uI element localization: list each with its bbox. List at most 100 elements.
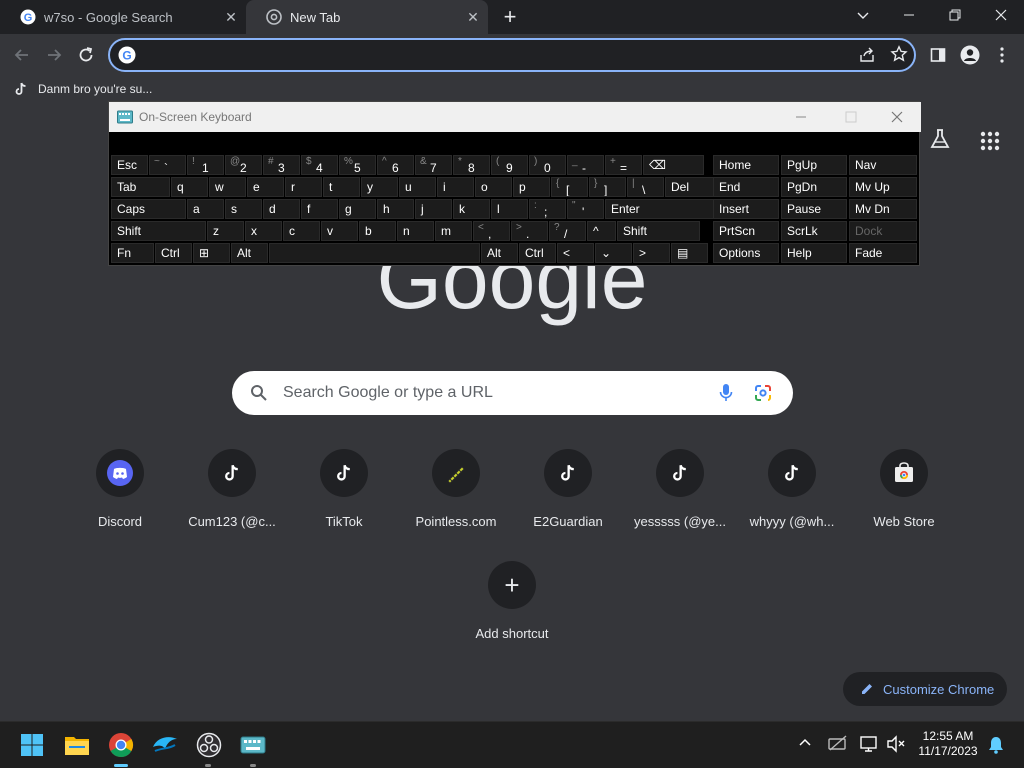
windows-start-icon[interactable] (16, 729, 48, 761)
shortcut-tile[interactable]: Discord (64, 448, 176, 544)
osk-key[interactable]: k (453, 199, 490, 219)
tab-close-icon[interactable]: ✕ (224, 10, 238, 24)
reload-icon[interactable] (72, 41, 100, 69)
osk-key[interactable]: z (207, 221, 244, 241)
shortcut-tile[interactable]: TikTok (288, 448, 400, 544)
notification-bell-icon[interactable] (988, 736, 1004, 757)
osk-key[interactable]: $4 (301, 155, 338, 175)
osk-key[interactable]: ⊞ (193, 243, 230, 263)
system-clock[interactable]: 12:55 AM 11/17/2023 (908, 729, 988, 759)
microphone-icon[interactable] (719, 383, 733, 403)
tab-search-dropdown-icon[interactable] (840, 0, 886, 30)
close-window-button[interactable] (978, 0, 1024, 30)
osk-minimize-button[interactable] (795, 110, 819, 124)
osk-key[interactable]: p (513, 177, 550, 197)
osk-key[interactable]: % 5 (339, 155, 376, 175)
tray-overflow-chevron-icon[interactable] (798, 736, 812, 753)
osk-key[interactable]: i (437, 177, 474, 197)
back-arrow-icon[interactable] (8, 41, 36, 69)
monitor-network-icon[interactable] (860, 735, 880, 756)
osk-nav-key[interactable]: Pause (781, 199, 847, 219)
osk-key[interactable]: b (359, 221, 396, 241)
osk-key[interactable]: _ - (567, 155, 604, 175)
google-lens-icon[interactable] (754, 384, 772, 402)
osk-key[interactable]: | \ (627, 177, 664, 197)
osk-key[interactable]: Fn (111, 243, 154, 263)
new-tab-button[interactable]: + (498, 5, 522, 29)
tab-google-search[interactable]: G w7so - Google Search ✕ (0, 0, 246, 34)
osk-nav-key[interactable]: PgUp (781, 155, 847, 175)
osk-key[interactable]: s (225, 199, 262, 219)
tab-new-tab[interactable]: New Tab ✕ (246, 0, 488, 34)
osk-nav-key[interactable]: Mv Up (849, 177, 917, 197)
osk-nav-key[interactable]: Fade (849, 243, 917, 263)
osk-key[interactable]: r (285, 177, 322, 197)
osk-nav-key[interactable]: Options (713, 243, 779, 263)
osk-key[interactable]: u (399, 177, 436, 197)
osk-nav-key[interactable]: ScrLk (781, 221, 847, 241)
osk-key[interactable]: }] (589, 177, 626, 197)
apps-grid-icon[interactable] (978, 129, 1002, 158)
osk-key[interactable]: m (435, 221, 472, 241)
osk-key[interactable]: & 7 (415, 155, 452, 175)
osk-key[interactable]: y (361, 177, 398, 197)
labs-flask-icon[interactable] (928, 127, 952, 156)
osk-key[interactable]: Tab (111, 177, 170, 197)
osk-nav-key[interactable]: Home (713, 155, 779, 175)
osk-key[interactable]: Shift (111, 221, 206, 241)
kebab-menu-icon[interactable] (988, 41, 1016, 69)
bookmark-item[interactable]: Danm bro you're su... (14, 82, 152, 96)
osk-key[interactable]: ! 1 (187, 155, 224, 175)
osk-key[interactable]: f (301, 199, 338, 219)
shortcut-tile[interactable]: Pointless.com (400, 448, 512, 544)
osk-key[interactable]: * 8 (453, 155, 490, 175)
osk-key[interactable] (269, 243, 480, 263)
osk-key[interactable]: n (397, 221, 434, 241)
osk-key[interactable]: ▤ (671, 243, 708, 263)
forward-arrow-icon[interactable] (40, 41, 68, 69)
osk-close-button[interactable] (891, 110, 915, 124)
osk-key[interactable]: + = (605, 155, 642, 175)
osk-key[interactable]: @2 (225, 155, 262, 175)
osk-key[interactable]: :; (529, 199, 566, 219)
osk-nav-key[interactable]: End (713, 177, 779, 197)
address-input[interactable] (144, 44, 844, 66)
tab-close-icon[interactable]: ✕ (466, 10, 480, 24)
osk-key[interactable]: Enter (605, 199, 714, 219)
shortcut-tile[interactable]: yesssss (@ye... (624, 448, 736, 544)
osk-key[interactable]: d (263, 199, 300, 219)
osk-nav-key[interactable]: Dock (849, 221, 917, 241)
osk-key[interactable]: o (475, 177, 512, 197)
osk-key[interactable]: (9 (491, 155, 528, 175)
add-shortcut-tile[interactable]: + Add shortcut (456, 560, 568, 656)
osk-key[interactable]: >. (511, 221, 548, 241)
osk-title-bar[interactable]: On-Screen Keyboard (109, 102, 921, 132)
osk-key[interactable]: Esc (111, 155, 148, 175)
on-screen-keyboard-taskbar-icon[interactable] (237, 729, 269, 761)
osk-key[interactable]: l (491, 199, 528, 219)
side-panel-icon[interactable] (924, 41, 952, 69)
file-explorer-icon[interactable] (61, 729, 93, 761)
osk-nav-key[interactable]: Help (781, 243, 847, 263)
shortcut-tile[interactable]: Cum123 (@c... (176, 448, 288, 544)
osk-nav-key[interactable]: PrtScn (713, 221, 779, 241)
osk-key[interactable]: < (557, 243, 594, 263)
dolphin-emulator-icon[interactable] (149, 729, 181, 761)
osk-key[interactable]: Ctrl (155, 243, 192, 263)
osk-key[interactable]: #3 (263, 155, 300, 175)
osk-nav-key[interactable]: Mv Dn (849, 199, 917, 219)
address-bar[interactable]: G (108, 38, 916, 72)
osk-key[interactable]: t (323, 177, 360, 197)
osk-key[interactable]: ? / (549, 221, 586, 241)
profile-avatar-icon[interactable] (956, 41, 984, 69)
osk-key[interactable]: Alt (231, 243, 268, 263)
osk-key[interactable]: ⌫ (643, 155, 704, 175)
search-box[interactable]: Search Google or type a URL (232, 371, 793, 415)
customize-chrome-button[interactable]: Customize Chrome (843, 672, 1007, 706)
restore-button[interactable] (932, 0, 978, 30)
osk-key[interactable]: e (247, 177, 284, 197)
osk-key[interactable]: <, (473, 221, 510, 241)
bookmark-star-icon[interactable] (890, 45, 908, 68)
osk-key[interactable]: h (377, 199, 414, 219)
osk-key[interactable]: ) 0 (529, 155, 566, 175)
